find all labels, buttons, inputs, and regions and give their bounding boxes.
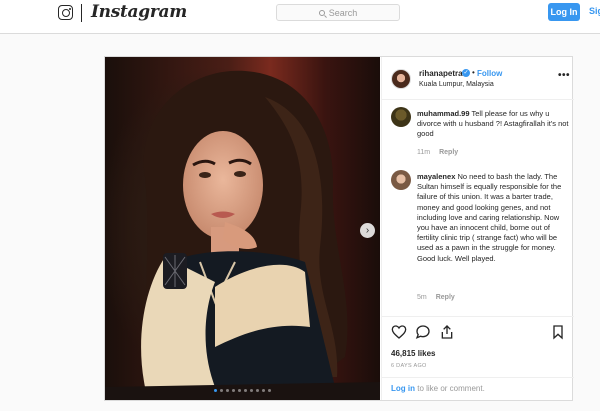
instagram-wordmark[interactable]: Instagram (91, 2, 187, 22)
verified-badge-icon: ✓ (462, 69, 470, 77)
more-options-button[interactable]: ••• (558, 70, 570, 81)
comment-icon[interactable] (415, 324, 431, 340)
heart-icon[interactable] (391, 324, 407, 340)
login-prompt-text: to like or comment. (415, 384, 485, 393)
search-icon (318, 9, 325, 16)
instagram-camera-icon[interactable] (58, 5, 73, 20)
carousel-indicator (105, 389, 380, 392)
portrait-illustration (105, 70, 380, 400)
post-sidebar: rihanapetra ✓ • Follow Kuala Lumpur, Mal… (381, 57, 574, 400)
comment-username[interactable]: muhammad.99 (417, 109, 470, 118)
post-card: › rihanapetra ✓ • Follow Kuala Lumpur, M… (104, 56, 574, 401)
carousel-dot (226, 389, 229, 392)
comment-text-block: muhammad.99 Tell please for us why u div… (417, 109, 571, 140)
carousel-dot (268, 389, 271, 392)
commenter-avatar[interactable] (391, 107, 411, 127)
login-button[interactable]: Log In (548, 3, 580, 21)
likes-count[interactable]: 46,815 likes (391, 349, 435, 358)
carousel-dot (232, 389, 235, 392)
comment-age: 5m (417, 294, 427, 301)
comment-text-block: mayalenex No need to bash the lady. The … (417, 172, 571, 264)
author-username[interactable]: rihanapetra (419, 69, 463, 78)
comment-meta: 11m Reply (417, 149, 458, 156)
carousel-dot (244, 389, 247, 392)
post-actions: 46,815 likes 6 DAYS AGO Log in to like o… (382, 316, 574, 400)
share-icon[interactable] (439, 324, 455, 340)
search-input[interactable]: Search (276, 4, 400, 21)
comment-body: No need to bash the lady. The Sultan him… (417, 172, 562, 263)
post-location[interactable]: Kuala Lumpur, Malaysia (419, 81, 494, 88)
comment-meta: 5m Reply (417, 294, 455, 301)
login-link[interactable]: Log in (391, 384, 415, 393)
signup-link[interactable]: Sign Up (589, 6, 600, 16)
post-photo[interactable]: › (105, 57, 380, 400)
carousel-dot (214, 389, 217, 392)
search-placeholder: Search (328, 7, 358, 18)
bookmark-icon[interactable] (550, 324, 566, 340)
post-header: rihanapetra ✓ • Follow Kuala Lumpur, Mal… (382, 57, 574, 100)
login-prompt: Log in to like or comment. (382, 377, 574, 401)
logo-divider (81, 4, 82, 22)
chevron-right-icon: › (365, 225, 370, 236)
carousel-dot (220, 389, 223, 392)
carousel-dot (238, 389, 241, 392)
author-avatar[interactable] (391, 69, 411, 89)
carousel-dot (256, 389, 259, 392)
comment-username[interactable]: mayalenex (417, 172, 455, 181)
carousel-dot (250, 389, 253, 392)
carousel-dot (262, 389, 265, 392)
carousel-next-button[interactable]: › (360, 223, 375, 238)
follow-separator: • (472, 68, 475, 77)
comment-age: 11m (417, 149, 431, 156)
follow-button[interactable]: Follow (477, 69, 502, 78)
reply-button[interactable]: Reply (439, 149, 458, 156)
top-navigation-bar: Instagram Search Log In Sign Up (0, 0, 600, 34)
reply-button[interactable]: Reply (436, 294, 455, 301)
post-timestamp: 6 DAYS AGO (391, 363, 427, 369)
commenter-avatar[interactable] (391, 170, 411, 190)
